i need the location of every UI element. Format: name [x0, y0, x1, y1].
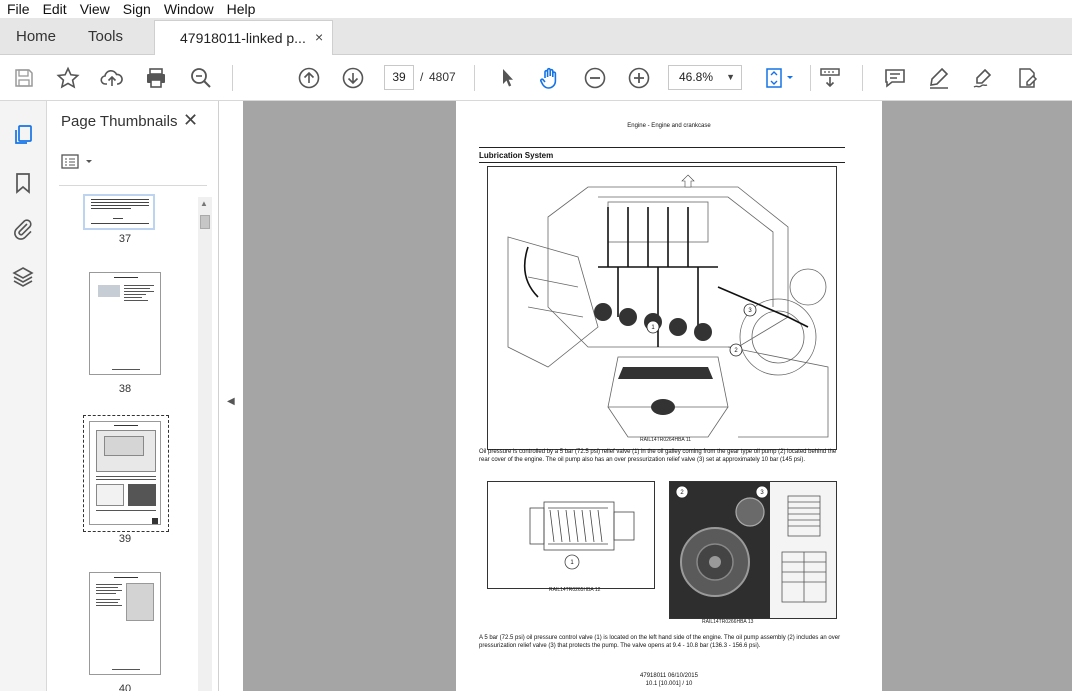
- relief-valve-diagram: 1: [529, 501, 635, 570]
- tab-tools[interactable]: Tools: [88, 18, 123, 55]
- hand-icon[interactable]: [538, 66, 562, 90]
- panel-title: Page Thumbnails: [61, 113, 178, 130]
- page-up-icon[interactable]: [297, 66, 321, 90]
- thumbnail-label-38: 38: [118, 383, 132, 395]
- oil-pump-photo: 2 3: [670, 482, 836, 618]
- figure-11-caption: RAIL14TR0264HBA 11: [640, 437, 692, 443]
- star-icon[interactable]: [56, 66, 80, 90]
- zoom-value: 46.8%: [679, 70, 714, 84]
- scroll-up-icon[interactable]: ▲: [200, 199, 208, 208]
- engine-diagram: 1 2 3: [507, 174, 829, 438]
- zoom-out-icon[interactable]: [583, 66, 607, 90]
- thumbnail-page-39[interactable]: [89, 421, 161, 525]
- thumbnail-label-40: 40: [118, 683, 132, 691]
- thumbnail-label-37: 37: [118, 233, 132, 245]
- page-header: Engine - Engine and crankcase: [627, 123, 711, 129]
- page-down-icon[interactable]: [341, 66, 365, 90]
- scrollbar-thumb[interactable]: [200, 215, 210, 229]
- chevron-down-icon: ▼: [726, 72, 735, 82]
- thumbnail-scrollbar[interactable]: ▲: [198, 197, 212, 691]
- figure-12-caption: RAIL14TR0265HBA 12: [549, 587, 601, 593]
- left-rail: [0, 101, 47, 691]
- figure-13-caption: RAIL14TR0266HBA 13: [702, 619, 754, 625]
- edit-pdf-icon[interactable]: [1015, 66, 1039, 90]
- zoom-select[interactable]: 46.8% ▼: [668, 65, 742, 90]
- thumbnail-page-37[interactable]: [83, 194, 155, 230]
- menu-view[interactable]: View: [73, 0, 116, 18]
- thumbnail-label-39: 39: [118, 533, 132, 545]
- thumbnail-page-38[interactable]: [89, 272, 161, 375]
- menu-sign[interactable]: Sign: [116, 0, 157, 18]
- comment-icon[interactable]: [883, 66, 907, 90]
- save-icon[interactable]: [12, 66, 36, 90]
- section-title: Lubrication System: [479, 151, 554, 160]
- bookmark-icon[interactable]: [11, 171, 35, 195]
- tab-document-title: 47918011-linked p...: [180, 30, 306, 46]
- menu-edit[interactable]: Edit: [36, 0, 73, 18]
- tab-home[interactable]: Home: [16, 18, 56, 55]
- fit-page-icon[interactable]: [762, 66, 798, 90]
- menu-bar: File Edit View Sign Window Help: [0, 0, 1072, 18]
- zoom-in-icon[interactable]: [627, 66, 651, 90]
- figure-oil-pump-photo: 2 3: [669, 481, 837, 619]
- menu-window[interactable]: Window: [157, 0, 220, 18]
- figure-engine-lubrication: 1 2 3: [487, 166, 837, 450]
- close-tab-icon[interactable]: ×: [315, 29, 323, 45]
- paragraph-2: A 5 bar (72.5 psi) oil pressure control …: [479, 635, 841, 649]
- document-viewport[interactable]: Engine - Engine and crankcase Lubricatio…: [243, 101, 1072, 691]
- upload-icon[interactable]: [100, 66, 124, 90]
- menu-file[interactable]: File: [0, 0, 36, 18]
- select-arrow-icon[interactable]: [495, 66, 519, 90]
- tab-document[interactable]: 47918011-linked p... ×: [154, 20, 333, 55]
- toolbar: 39 / 4807 46.8% ▼: [0, 55, 1072, 101]
- highlight-pen-icon[interactable]: [927, 66, 951, 90]
- thumbnails-panel: Page Thumbnails ✕ 37 38 39 40 ▲: [47, 101, 219, 691]
- thumbnail-page-40[interactable]: [89, 572, 161, 675]
- layers-icon[interactable]: [11, 265, 35, 289]
- page-number-input[interactable]: 39: [384, 65, 414, 90]
- paragraph-1: Oil pressure is controlled by a 5 bar (7…: [479, 449, 837, 463]
- attachment-icon[interactable]: [11, 217, 35, 241]
- menu-help[interactable]: Help: [220, 0, 262, 18]
- sign-icon[interactable]: [971, 66, 995, 90]
- close-panel-icon[interactable]: ✕: [183, 110, 198, 131]
- search-zoom-icon[interactable]: [189, 66, 213, 90]
- collapse-panel-icon[interactable]: ◀: [227, 396, 235, 407]
- footer-doc-id: 47918011 06/10/2015: [640, 673, 698, 679]
- scroll-mode-icon[interactable]: [818, 66, 842, 90]
- figure-relief-valve: 1: [487, 481, 655, 589]
- pdf-page: Engine - Engine and crankcase Lubricatio…: [456, 101, 882, 691]
- page-total: 4807: [429, 70, 456, 84]
- tab-bar: Home Tools 47918011-linked p... ×: [0, 18, 1072, 55]
- thumbnail-options-button[interactable]: [61, 153, 97, 174]
- print-icon[interactable]: [144, 66, 168, 90]
- footer-page-ref: 10.1 [10.001] / 10: [645, 681, 693, 687]
- page-thumbnails-icon[interactable]: [11, 123, 35, 147]
- page-separator: /: [420, 70, 424, 84]
